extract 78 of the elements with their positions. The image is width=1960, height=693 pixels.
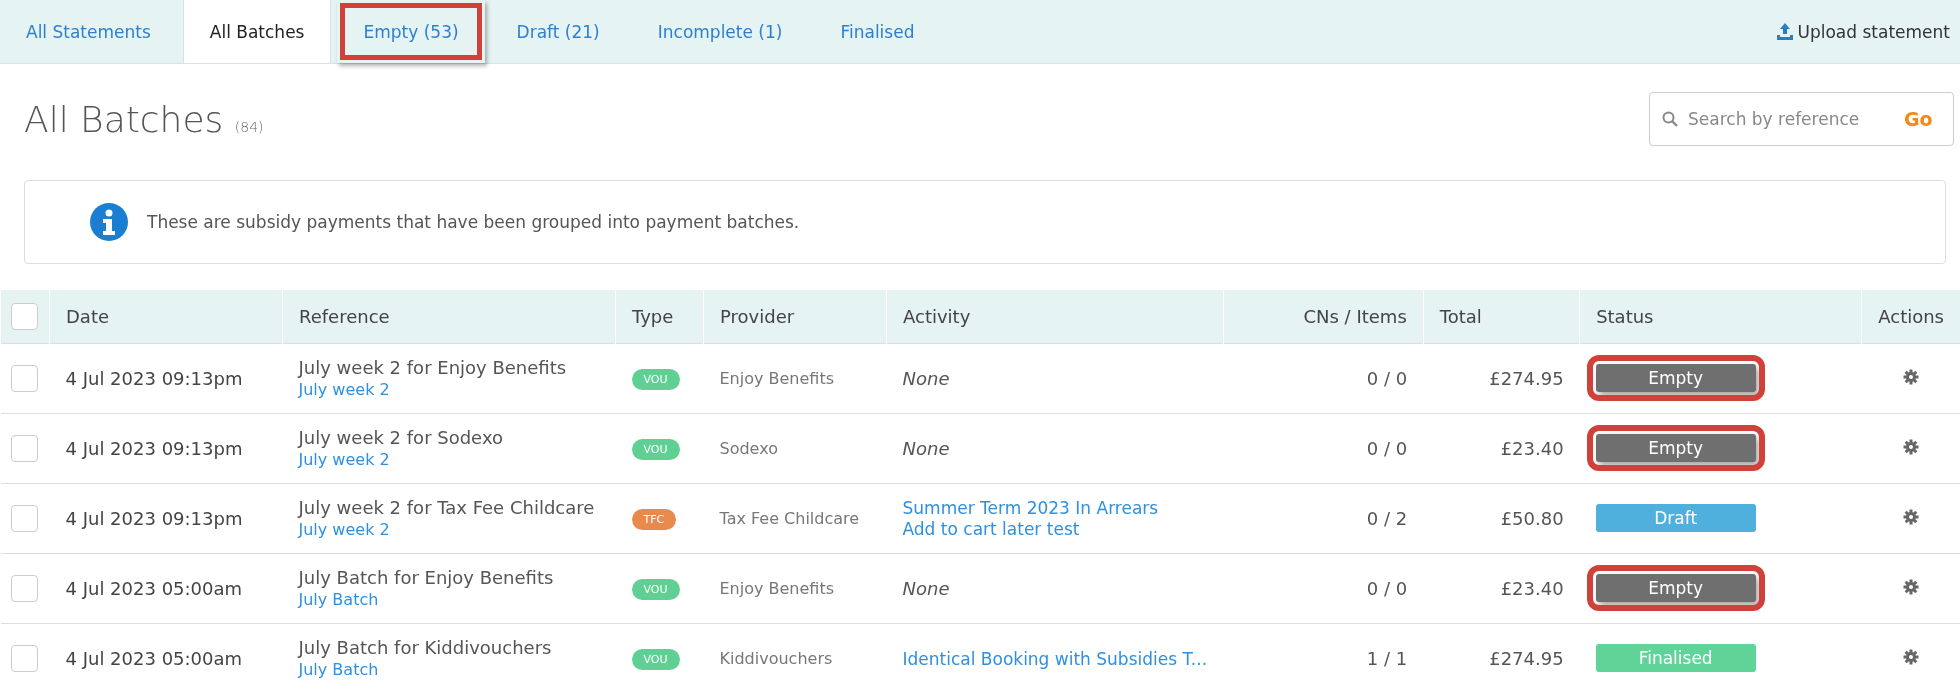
tab[interactable]: Empty (53) xyxy=(337,0,485,63)
batch-link[interactable]: July week 2 xyxy=(298,380,390,399)
items-cell: 1 / 1 xyxy=(1223,623,1424,693)
type-badge: VOU xyxy=(631,369,680,390)
provider-cell: Sodexo xyxy=(703,413,887,483)
activity-text: None xyxy=(902,437,951,459)
provider-cell: Enjoy Benefits xyxy=(703,343,887,413)
column-header: Total xyxy=(1423,290,1580,343)
info-icon xyxy=(89,202,129,242)
activity-text: None xyxy=(902,367,951,389)
go-button[interactable]: Go xyxy=(1898,107,1939,131)
date-cell: 4 Jul 2023 09:13pm xyxy=(49,343,283,413)
reference-text: July week 2 for Enjoy Benefits xyxy=(298,357,568,378)
select-all-checkbox[interactable] xyxy=(11,302,38,330)
page-title: All Batches xyxy=(24,98,224,140)
status-badge: Draft xyxy=(1595,504,1756,532)
total-cell: £274.95 xyxy=(1423,623,1580,693)
tab[interactable]: Incomplete (1) xyxy=(631,0,809,63)
info-text: These are subsidy payments that have been grouped into payment batches. xyxy=(147,212,800,232)
upload-icon xyxy=(1776,23,1793,40)
batch-count: (84) xyxy=(234,118,264,135)
total-cell: £50.80 xyxy=(1423,483,1580,553)
type-badge: VOU xyxy=(631,579,680,600)
provider-cell: Tax Fee Childcare xyxy=(703,483,887,553)
reference-text: July week 2 for Tax Fee Childcare xyxy=(298,497,596,518)
total-cell: £23.40 xyxy=(1423,413,1580,483)
column-header: Type xyxy=(615,290,704,343)
date-cell: 4 Jul 2023 05:00am xyxy=(49,553,283,623)
items-cell: 0 / 0 xyxy=(1223,553,1424,623)
provider-cell: Enjoy Benefits xyxy=(703,553,887,623)
batch-link[interactable]: July Batch xyxy=(298,660,379,680)
date-cell: 4 Jul 2023 09:13pm xyxy=(49,413,283,483)
batch-link[interactable]: July week 2 xyxy=(298,450,390,469)
date-cell: 4 Jul 2023 05:00am xyxy=(49,623,283,693)
row-checkbox[interactable] xyxy=(10,504,38,532)
settings-icon[interactable] xyxy=(1902,508,1919,525)
column-header: Reference xyxy=(282,290,616,343)
row-checkbox[interactable] xyxy=(10,364,38,392)
row-checkbox[interactable] xyxy=(10,644,38,672)
tab[interactable]: All Statements xyxy=(0,0,177,63)
row-checkbox[interactable] xyxy=(10,434,38,462)
reference-text: July Batch for Enjoy Benefits xyxy=(298,567,555,588)
column-header: Actions xyxy=(1861,290,1960,343)
total-cell: £274.95 xyxy=(1423,343,1580,413)
column-header: CNs / Items xyxy=(1223,290,1424,343)
tab[interactable]: Draft (21) xyxy=(490,0,626,63)
tab[interactable]: All Batches xyxy=(182,0,332,63)
type-badge: VOU xyxy=(631,439,680,460)
settings-icon[interactable] xyxy=(1902,438,1919,455)
search-icon xyxy=(1662,111,1678,127)
activity-link[interactable]: Identical Booking with Subsidies T... xyxy=(902,648,1208,669)
column-header: Status xyxy=(1579,290,1862,343)
upload-statement-button[interactable]: Upload statement xyxy=(1766,0,1960,63)
date-cell: 4 Jul 2023 09:13pm xyxy=(49,483,283,553)
items-cell: 0 / 0 xyxy=(1223,413,1424,483)
settings-icon[interactable] xyxy=(1902,648,1919,665)
activity-link[interactable]: Add to cart later test xyxy=(902,519,1080,539)
activity-text: None xyxy=(902,577,951,599)
status-badge: Finalised xyxy=(1595,644,1756,673)
items-cell: 0 / 2 xyxy=(1223,483,1424,553)
row-checkbox[interactable] xyxy=(10,574,38,602)
settings-icon[interactable] xyxy=(1902,368,1919,385)
items-cell: 0 / 0 xyxy=(1223,343,1424,413)
column-header: Activity xyxy=(886,290,1224,343)
reference-text: July Batch for Kiddivouchers xyxy=(298,637,553,659)
type-badge: VOU xyxy=(631,649,680,671)
total-cell: £23.40 xyxy=(1423,553,1580,623)
type-badge: TFC xyxy=(631,509,677,530)
search-field[interactable]: Search by reference Go xyxy=(1649,92,1954,146)
column-header: Provider xyxy=(703,290,887,343)
batch-link[interactable]: July Batch xyxy=(298,590,379,609)
activity-link[interactable]: Summer Term 2023 In Arrears xyxy=(902,498,1159,518)
provider-cell: Kiddivouchers xyxy=(703,623,887,693)
reference-text: July week 2 for Sodexo xyxy=(298,427,504,448)
tab[interactable]: Finalised xyxy=(814,0,941,63)
column-header: Date xyxy=(49,290,283,343)
settings-icon[interactable] xyxy=(1902,578,1919,595)
batch-link[interactable]: July week 2 xyxy=(298,520,390,539)
